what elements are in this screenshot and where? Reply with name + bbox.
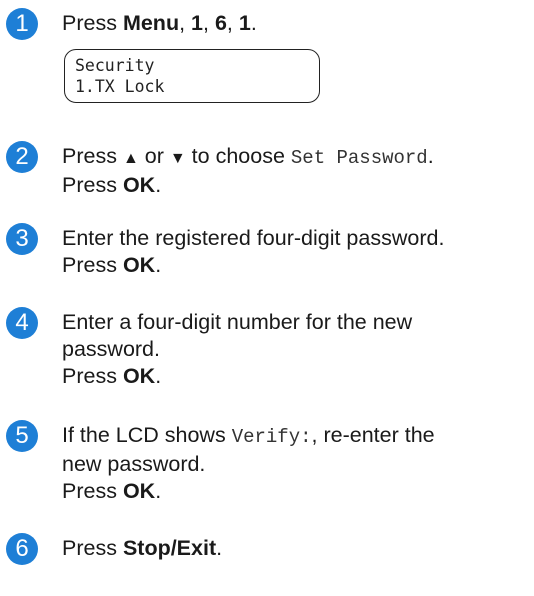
instruction-page: 1 Press Menu, 1, 6, 1. Security 1.TX Loc… <box>0 0 534 596</box>
key-6: 6 <box>214 11 227 35</box>
ok-key: OK <box>122 173 156 197</box>
step-text: Press ▲ or ▼ to choose Set Password. Pre… <box>62 144 434 197</box>
option-text: Set Password <box>290 147 428 169</box>
step-text: Enter a four-digit number for the new pa… <box>62 310 413 388</box>
step-number-badge: 1 <box>6 8 38 40</box>
step-text: Enter the registered four-digit password… <box>62 226 445 277</box>
ok-key: OK <box>122 253 156 277</box>
step-text: Press Menu, 1, 6, 1. <box>62 11 257 35</box>
lcd-message: Verify: <box>231 426 312 448</box>
lcd-line-2: 1.TX Lock <box>75 77 165 96</box>
key-1: 1 <box>191 11 203 35</box>
up-arrow-icon: ▲ <box>122 150 139 167</box>
key-1b: 1 <box>238 11 251 35</box>
step-number-badge: 5 <box>6 420 38 452</box>
step-text: Press Stop/Exit. <box>62 536 223 560</box>
ok-key: OK <box>122 479 156 503</box>
step-number-badge: 6 <box>6 533 38 565</box>
step-number-badge: 4 <box>6 307 38 339</box>
step-number-badge: 3 <box>6 223 38 255</box>
stop-exit-key: Stop/Exit <box>122 536 217 560</box>
step-text: If the LCD shows Verify:, re-enter the n… <box>62 423 435 503</box>
menu-key: Menu <box>122 11 180 35</box>
lcd-display: Security 1.TX Lock <box>64 49 320 103</box>
down-arrow-icon: ▼ <box>169 150 186 167</box>
lcd-line-1: Security <box>75 56 155 75</box>
ok-key: OK <box>122 364 156 388</box>
step-number-badge: 2 <box>6 141 38 173</box>
